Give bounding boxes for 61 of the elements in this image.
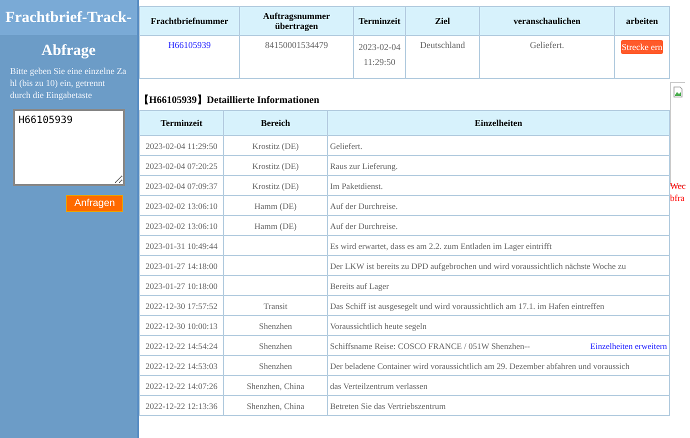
table-cell: 2023-01-27 10:18:00 bbox=[140, 276, 224, 296]
detail-text: Betreten Sie das Vertriebszentrum bbox=[330, 400, 446, 410]
detail-text: Auf der Durchreise. bbox=[330, 220, 398, 230]
expand-details-link[interactable]: Einzelheiten erweitern bbox=[590, 340, 667, 350]
table-cell: 2023-01-27 14:18:00 bbox=[140, 256, 224, 276]
table-cell: Krostitz (DE) bbox=[224, 176, 328, 196]
detail-text: Voraussichtlich heute segeln bbox=[330, 320, 427, 330]
detail-text: Im Paketdienst. bbox=[330, 180, 383, 190]
column-header: Bereich bbox=[224, 110, 328, 136]
column-header: Einzelheiten bbox=[328, 110, 670, 136]
page-title: Abfrage bbox=[41, 41, 96, 61]
column-header: Terminzeit bbox=[140, 110, 224, 136]
detail-text: Bereits auf Lager bbox=[330, 280, 389, 290]
detail-text: Auf der Durchreise. bbox=[330, 200, 398, 210]
detail-text: Der LKW ist bereits zu DPD aufgebrochen und wird voraussichtlich nächste Woche zu bbox=[330, 260, 626, 270]
input-hint: Bitte geben Sie eine einzelne Za hl (bis zu 10) ein, getrennt durch die Eingabetaste bbox=[9, 65, 128, 101]
column-header: arbeiten bbox=[614, 6, 670, 36]
waybill-input-field[interactable]: H66105939 bbox=[12, 109, 124, 186]
table-cell: Geliefert. bbox=[480, 36, 614, 78]
table-cell: 84150001534479 bbox=[240, 36, 354, 78]
table-cell: 2022-12-22 12:13:36 bbox=[140, 396, 224, 416]
table-cell: Shenzhen, China bbox=[224, 396, 328, 416]
detail-text: Das Schiff ist ausgesegelt und wird voraussichtlich am 17.1. im Hafen eintreffen bbox=[330, 300, 604, 310]
detail-text: Schiffsname Reise: COSCO FRANCE / 051W Shenzhen-- bbox=[330, 340, 530, 350]
table-cell: Shenzhen, China bbox=[224, 376, 328, 396]
table-cell: 2022-12-30 10:00:13 bbox=[140, 316, 224, 336]
table-cell: Hamm (DE) bbox=[224, 196, 328, 216]
column-header: Frachtbriefnummer bbox=[140, 6, 240, 36]
table-cell: Krostitz (DE) bbox=[224, 136, 328, 156]
table-cell: Krostitz (DE) bbox=[224, 156, 328, 176]
table-cell: 2023-02-04 11:29:50 bbox=[140, 136, 224, 156]
table-cell: 2022-12-22 14:54:24 bbox=[140, 336, 224, 356]
table-cell: Hamm (DE) bbox=[224, 216, 328, 236]
table-cell: 2023-01-31 10:49:44 bbox=[140, 236, 224, 256]
side-note: Wec bfra bbox=[670, 180, 686, 204]
table-cell: 2023-02-02 13:06:10 bbox=[140, 216, 224, 236]
table-cell: 2023-02-02 13:06:10 bbox=[140, 196, 224, 216]
table-cell: Transit bbox=[224, 296, 328, 316]
table-cell: Shenzhen bbox=[224, 336, 328, 356]
detail-text: Es wird erwartet, dass es am 2.2. zum Entladen im Lager eintrifft bbox=[330, 240, 552, 250]
column-header: Auftragsnummer übertragen bbox=[240, 6, 354, 36]
table-cell: 2023-02-04 07:09:37 bbox=[140, 176, 224, 196]
table-cell: Shenzhen bbox=[224, 316, 328, 336]
details-title: 【H66105939】Detaillierte Informationen bbox=[139, 94, 320, 107]
table-cell: 2022-12-22 14:53:03 bbox=[140, 356, 224, 376]
detail-text: das Verteilzentrum verlassen bbox=[330, 380, 428, 390]
broken-image-icon bbox=[673, 86, 683, 98]
table-cell: 2023-02-04 11:29:50 bbox=[354, 36, 406, 78]
table-cell: 2023-02-04 07:20:25 bbox=[140, 156, 224, 176]
detail-text: Geliefert. bbox=[330, 140, 362, 150]
table-cell: Shenzhen bbox=[224, 356, 328, 376]
table-cell: 2022-12-22 14:07:26 bbox=[140, 376, 224, 396]
table-cell: Deutschland bbox=[406, 36, 480, 78]
column-header: Terminzeit bbox=[354, 6, 406, 36]
column-header: Ziel bbox=[406, 6, 480, 36]
detail-text: Raus zur Lieferung. bbox=[330, 160, 398, 170]
column-header: veranschaulichen bbox=[480, 6, 614, 36]
table-cell: 2022-12-30 17:57:52 bbox=[140, 296, 224, 316]
waybill-link[interactable]: H66105939 bbox=[168, 40, 211, 50]
page-title: Frachtbrief-Track- bbox=[5, 8, 132, 28]
detail-text: Der beladene Container wird voraussichtlich am 29. Dezember abfahren und voraussich bbox=[330, 360, 630, 370]
